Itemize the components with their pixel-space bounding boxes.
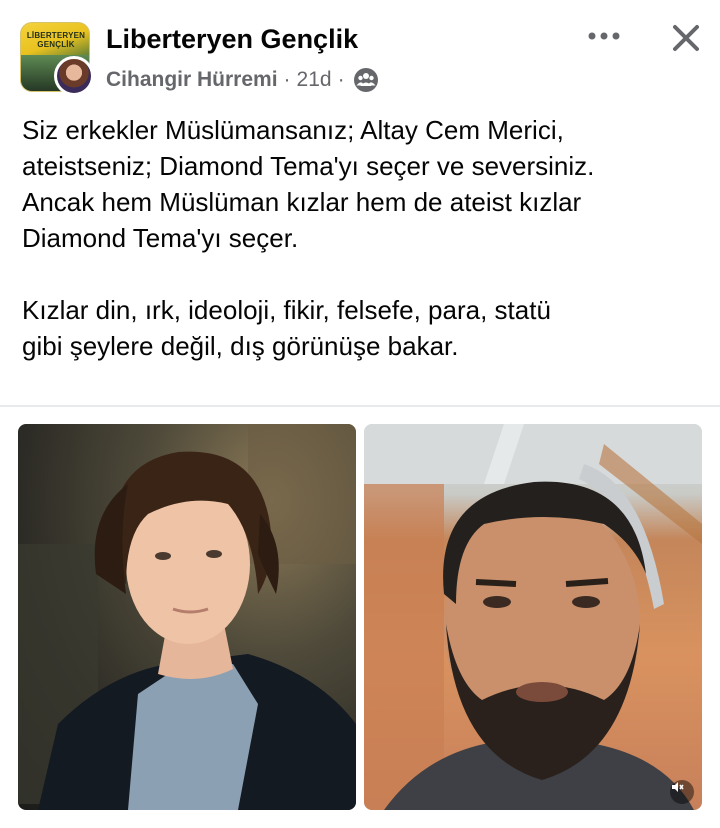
post-body: Siz erkekler Müslümansanız; Altay Cem Me… [22,112,702,364]
author-name[interactable]: Cihangir Hürremi [106,68,278,92]
close-button[interactable] [666,18,706,58]
divider [0,405,720,407]
post-meta: Cihangir Hürremi · 21d · [106,66,379,94]
more-options-button[interactable] [582,22,626,50]
group-name[interactable]: Liberteryen Gençlik [106,24,358,55]
post-text-line: gibi şeylere değil, dış görünüşe bakar. [22,331,459,361]
meta-separator: · [283,68,291,91]
post-text-line: ateistseniz; Diamond Tema'yı seçer ve se… [22,151,595,181]
avatar-stack[interactable]: LİBERTERYEN GENÇLİK [18,20,94,96]
meta-separator: · [337,68,345,91]
group-logo-text: LİBERTERYEN GENÇLİK [26,31,86,49]
author-avatar[interactable] [54,56,94,96]
post-text-line: Diamond Tema'yı seçer. [22,223,299,253]
bearded-man-selfie-photo[interactable] [364,424,702,810]
muted-speaker-icon[interactable] [670,780,694,804]
post-header: LİBERTERYEN GENÇLİK Liberteryen Gençlik … [0,0,720,108]
post-time[interactable]: 21d [297,68,332,92]
close-icon [673,25,699,51]
post-text-line: Ancak hem Müslüman kızlar hem de ateist … [22,187,582,217]
post-text-line: Siz erkekler Müslümansanız; Altay Cem Me… [22,115,564,145]
post-text-line: Kızlar din, ırk, ideoloji, fikir, felsef… [22,295,551,325]
young-man-curly-hair-photo[interactable] [18,424,356,810]
group-audience-icon [353,67,379,93]
more-dots-icon [588,32,620,40]
